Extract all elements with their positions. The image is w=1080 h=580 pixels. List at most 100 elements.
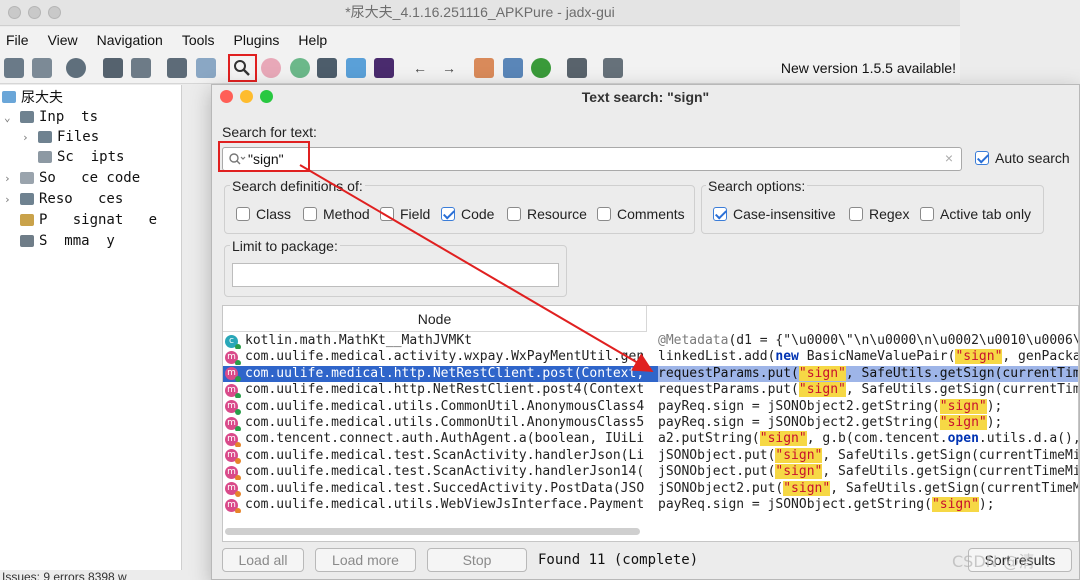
result-node[interactable]: m com.uulife.medical.http.NetRestClient.p… bbox=[225, 366, 645, 382]
tree-item-files[interactable]: › Files bbox=[22, 127, 99, 147]
flatten-packages-icon[interactable] bbox=[196, 58, 216, 78]
log-viewer-icon[interactable] bbox=[346, 58, 366, 78]
opt-case-insensitive-checkbox[interactable]: Case-insensitive bbox=[713, 206, 836, 222]
search-definitions-label: Search definitions of: bbox=[230, 178, 365, 194]
result-node[interactable]: m com.uulife.medical.test.SuccedActivity.… bbox=[225, 481, 645, 497]
reload-icon[interactable] bbox=[66, 58, 86, 78]
result-row[interactable]: m com.uulife.medical.test.ScanActivity.ha… bbox=[223, 447, 1078, 464]
opt-regex-checkbox[interactable]: Regex bbox=[849, 206, 909, 222]
result-node[interactable]: m com.uulife.medical.test.ScanActivity.ha… bbox=[225, 448, 645, 464]
open-folder-icon[interactable] bbox=[4, 58, 24, 78]
menu-plugins[interactable]: Plugins bbox=[234, 32, 280, 48]
stop-button[interactable]: Stop bbox=[427, 548, 527, 572]
result-code[interactable]: jSONObject.put("sign", SafeUtils.getSign… bbox=[658, 447, 1078, 464]
limit-package-input[interactable] bbox=[232, 263, 559, 287]
result-row[interactable]: m com.uulife.medical.utils.CommonUtil.Ano… bbox=[223, 415, 1078, 431]
result-node-text: com.uulife.medical.test.ScanActivity.han… bbox=[245, 447, 645, 463]
access-modifier-icon bbox=[235, 376, 241, 382]
result-row[interactable]: m com.tencent.connect.auth.AuthAgent.a(bo… bbox=[223, 431, 1078, 448]
result-row[interactable]: m com.uulife.medical.http.NetRestClient.p… bbox=[223, 365, 1078, 383]
result-node[interactable]: m com.uulife.medical.utils.CommonUtil.Ano… bbox=[225, 415, 645, 431]
result-code[interactable]: jSONObject2.put("sign", SafeUtils.getSig… bbox=[658, 480, 1078, 497]
result-node[interactable]: m com.uulife.medical.activity.wxpay.WxPay… bbox=[225, 349, 645, 366]
summary-icon bbox=[20, 235, 34, 247]
result-code[interactable]: linkedList.add(new BasicNameValuePair("s… bbox=[658, 349, 1078, 365]
def-comments-checkbox[interactable]: Comments bbox=[597, 206, 685, 222]
load-all-button[interactable]: Load all bbox=[222, 548, 304, 572]
tree-item-summary[interactable]: S mma y bbox=[4, 231, 115, 251]
quark-icon[interactable] bbox=[503, 58, 523, 78]
tree-item-resources[interactable]: › Reso ces bbox=[4, 189, 123, 209]
menu-file[interactable]: File bbox=[6, 32, 29, 48]
issues-status[interactable]: Issues: 9 errors 8398 w bbox=[0, 570, 182, 580]
add-files-icon[interactable] bbox=[32, 58, 52, 78]
result-code[interactable]: payReq.sign = jSONObject.getString("sign… bbox=[658, 497, 1078, 513]
result-code[interactable]: @Metadata(d1 = {"\u0000\"\n\u0000\n\u000… bbox=[658, 333, 1078, 349]
result-node[interactable]: m com.uulife.medical.utils.CommonUtil.Ano… bbox=[225, 399, 645, 415]
tree-item-apk-signature[interactable]: P signat e bbox=[4, 210, 157, 230]
def-resource-checkbox[interactable]: Resource bbox=[507, 206, 587, 222]
horizontal-scrollbar[interactable] bbox=[225, 528, 640, 535]
debug-icon[interactable] bbox=[531, 58, 551, 78]
access-modifier-icon bbox=[235, 425, 241, 431]
def-class-checkbox[interactable]: Class bbox=[236, 206, 291, 222]
menu-view[interactable]: View bbox=[48, 32, 78, 48]
save-icon[interactable] bbox=[103, 58, 123, 78]
result-row[interactable]: m com.uulife.medical.utils.WebViewJsInter… bbox=[223, 497, 1078, 513]
result-row[interactable]: m com.uulife.medical.activity.wxpay.WxPay… bbox=[223, 349, 1078, 366]
preferences-icon[interactable] bbox=[603, 58, 623, 78]
result-row[interactable]: m com.uulife.medical.utils.CommonUtil.Ano… bbox=[223, 398, 1078, 415]
close-window-button[interactable] bbox=[8, 6, 21, 19]
forward-arrow-icon[interactable]: → bbox=[439, 58, 459, 78]
menubar: File View Navigation Tools Plugins Help bbox=[0, 27, 960, 52]
result-code[interactable]: payReq.sign = jSONObject2.getString("sig… bbox=[658, 415, 1078, 431]
def-field-checkbox[interactable]: Field bbox=[380, 206, 430, 222]
minimize-window-button[interactable] bbox=[28, 6, 41, 19]
result-row[interactable]: m com.uulife.medical.test.ScanActivity.ha… bbox=[223, 464, 1078, 481]
tree-item-inputs[interactable]: ⌄ Inp ts bbox=[4, 107, 98, 127]
result-node[interactable]: m com.uulife.medical.http.NetRestClient.p… bbox=[225, 382, 645, 399]
back-arrow-icon[interactable]: ← bbox=[410, 58, 430, 78]
access-modifier-icon bbox=[235, 458, 241, 464]
result-node[interactable]: c kotlin.math.MathKt__MathJVMKt bbox=[225, 333, 645, 349]
result-code[interactable]: jSONObject.put("sign", SafeUtils.getSign… bbox=[658, 464, 1078, 480]
result-node[interactable]: m com.uulife.medical.test.ScanActivity.ha… bbox=[225, 464, 645, 481]
home-icon[interactable] bbox=[317, 58, 337, 78]
new-version-notice[interactable]: New version 1.5.5 available! bbox=[781, 60, 956, 76]
result-code[interactable]: requestParams.put("sign", SafeUtils.getS… bbox=[658, 365, 1078, 382]
class-search-icon[interactable] bbox=[261, 58, 281, 78]
tree-item-scripts[interactable]: Sc ipts bbox=[22, 147, 124, 167]
def-method-checkbox[interactable]: Method bbox=[303, 206, 370, 222]
zoom-window-button[interactable] bbox=[48, 6, 61, 19]
access-modifier-icon bbox=[235, 359, 241, 366]
search-input[interactable]: "sign" × bbox=[222, 147, 962, 171]
log-icon[interactable] bbox=[567, 58, 587, 78]
menu-help[interactable]: Help bbox=[298, 32, 327, 48]
def-code-checkbox[interactable]: Code bbox=[441, 206, 494, 222]
result-node[interactable]: m com.tencent.connect.auth.AuthAgent.a(bo… bbox=[225, 431, 645, 448]
search-value-highlight bbox=[218, 141, 310, 172]
project-tree: 尿大夫 ⌄ Inp ts › Files Sc ipts › So ce cod… bbox=[0, 85, 182, 570]
result-code[interactable]: payReq.sign = jSONObject2.getString("sig… bbox=[658, 398, 1078, 415]
opt-active-tab-checkbox[interactable]: Active tab only bbox=[920, 206, 1031, 222]
result-row[interactable]: m com.uulife.medical.test.SuccedActivity.… bbox=[223, 480, 1078, 497]
sync-tree-icon[interactable] bbox=[167, 58, 187, 78]
checkbox-checked-icon[interactable] bbox=[975, 151, 989, 165]
load-more-button[interactable]: Load more bbox=[315, 548, 416, 572]
result-code[interactable]: a2.putString("sign", g.b(com.tencent.ope… bbox=[658, 431, 1078, 447]
result-row[interactable]: m com.uulife.medical.http.NetRestClient.p… bbox=[223, 382, 1078, 399]
tree-root[interactable]: 尿大夫 bbox=[2, 87, 63, 107]
smali-icon[interactable] bbox=[374, 58, 394, 78]
export-icon[interactable] bbox=[131, 58, 151, 78]
menu-navigation[interactable]: Navigation bbox=[97, 32, 163, 48]
result-node[interactable]: m com.uulife.medical.utils.WebViewJsInter… bbox=[225, 497, 645, 513]
node-column-header[interactable]: Node bbox=[223, 306, 647, 332]
usage-search-icon[interactable] bbox=[290, 58, 310, 78]
deobfuscation-icon[interactable] bbox=[474, 58, 494, 78]
menu-tools[interactable]: Tools bbox=[182, 32, 215, 48]
tree-item-source-code[interactable]: › So ce code bbox=[4, 168, 140, 188]
result-row[interactable]: c kotlin.math.MathKt__MathJVMKt @Metadata(… bbox=[223, 333, 1078, 349]
result-code[interactable]: requestParams.put("sign", SafeUtils.getS… bbox=[658, 382, 1078, 398]
auto-search-checkbox[interactable]: Auto search bbox=[975, 150, 1070, 166]
clear-search-icon[interactable]: × bbox=[945, 150, 953, 166]
